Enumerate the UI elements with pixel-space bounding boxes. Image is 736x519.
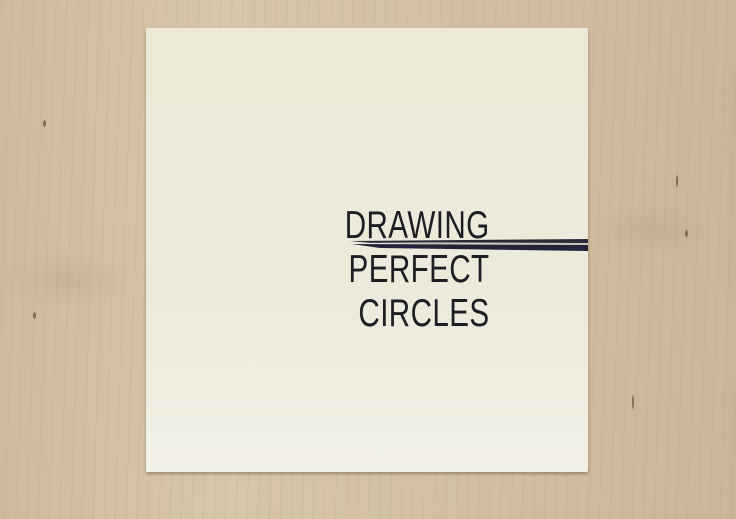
- cover-title: DRAWING PERFECT CIRCLES: [345, 204, 490, 336]
- pen-needle-image: [350, 239, 588, 251]
- wood-knot: [33, 312, 36, 319]
- wood-knot: [632, 395, 634, 409]
- wood-knot: [43, 120, 46, 127]
- title-line: PERFECT: [349, 248, 490, 291]
- wood-knot: [685, 230, 688, 237]
- title-line: CIRCLES: [358, 292, 490, 335]
- wood-knot: [676, 175, 678, 187]
